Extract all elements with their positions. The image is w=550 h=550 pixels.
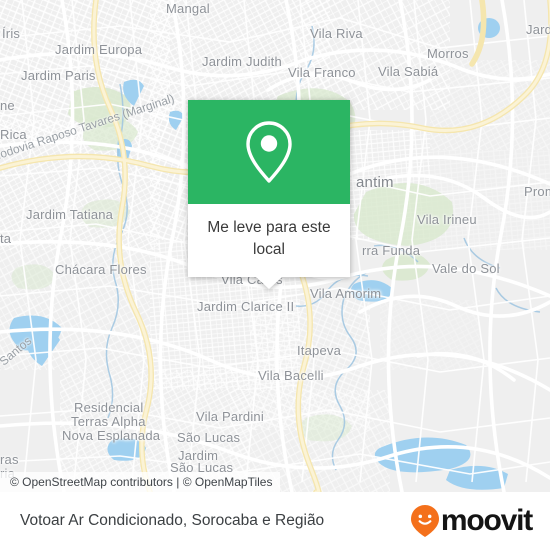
attribution-text: © OpenStreetMap contributors | © OpenMap… [10, 475, 273, 489]
moovit-logo[interactable]: moovit [410, 504, 533, 538]
map-pin-icon [246, 121, 292, 183]
map-attribution[interactable]: © OpenStreetMap contributors | © OpenMap… [0, 472, 281, 492]
popup-header [188, 100, 350, 204]
bottom-bar-title: Votoar Ar Condicionado, Sorocaba e Regiã… [20, 512, 325, 529]
moovit-wordmark: moovit [440, 504, 533, 537]
destination-popup-card[interactable]: Me leve para este local [188, 100, 350, 289]
popup-body: Me leve para este local [188, 204, 350, 277]
popup-message: Me leve para este local [207, 219, 331, 258]
moovit-pin-icon [410, 505, 439, 537]
popup-pointer-arrow [256, 277, 282, 289]
bottom-bar: Votoar Ar Condicionado, Sorocaba e Regiã… [0, 492, 550, 550]
moovit-map-screen: ÍrisMangalVila RivaMorrosJardiJardim Eur… [0, 0, 550, 550]
